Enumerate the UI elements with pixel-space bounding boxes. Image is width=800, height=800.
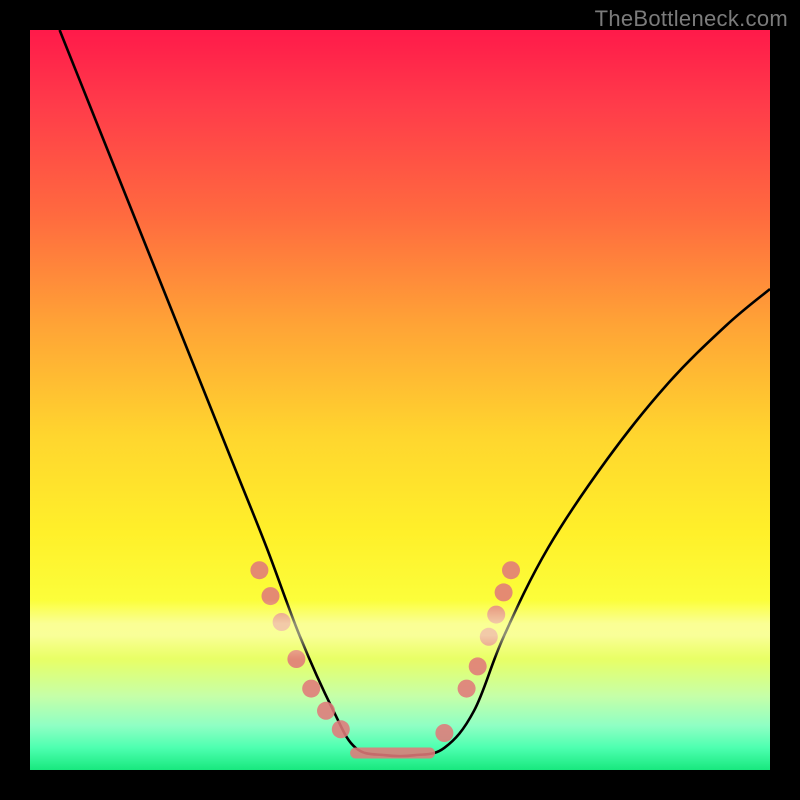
- plot-area: [30, 30, 770, 770]
- watermark-text: TheBottleneck.com: [595, 6, 788, 32]
- marker-dot: [262, 587, 280, 605]
- marker-dot: [495, 583, 513, 601]
- marker-dot: [332, 720, 350, 738]
- chart-svg: [30, 30, 770, 770]
- marker-dot: [287, 650, 305, 668]
- marker-dot: [435, 724, 453, 742]
- marker-dot: [273, 613, 291, 631]
- marker-dot: [502, 561, 520, 579]
- chart-frame: TheBottleneck.com: [0, 0, 800, 800]
- marker-dot: [317, 702, 335, 720]
- bottleneck-curve: [60, 30, 770, 756]
- marker-dot: [480, 628, 498, 646]
- marker-dot: [487, 606, 505, 624]
- marker-dot: [469, 657, 487, 675]
- marker-dot: [458, 680, 476, 698]
- marker-dot: [302, 680, 320, 698]
- marker-dot: [250, 561, 268, 579]
